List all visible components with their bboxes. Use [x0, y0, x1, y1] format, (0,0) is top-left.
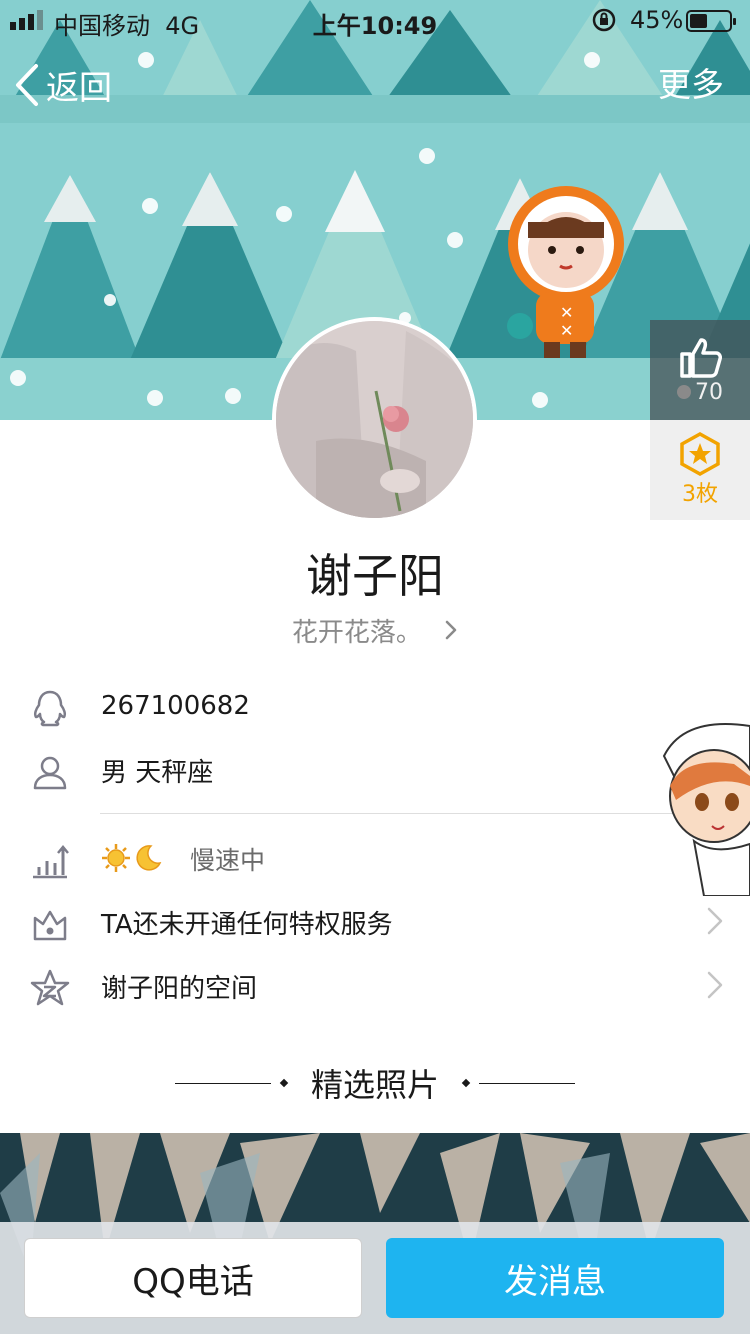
like-dot: [677, 385, 691, 399]
divider: [100, 813, 750, 814]
qq-number-row[interactable]: 267100682: [0, 676, 750, 736]
qq-number: 267100682: [101, 691, 250, 721]
chevron-right-icon: [707, 907, 723, 935]
level-row[interactable]: 慢速中: [0, 829, 750, 889]
svg-text:✕: ✕: [560, 303, 573, 322]
cartoon-pendant[interactable]: [654, 716, 750, 896]
signature-text: 花开花落。: [291, 618, 422, 648]
title-diamond-left: [279, 1078, 289, 1088]
medal-button[interactable]: 3枚: [650, 420, 750, 520]
thumbs-up-icon: [680, 337, 722, 378]
person-icon: [33, 756, 67, 790]
back-label: 返回: [46, 68, 112, 107]
chevron-right-icon: [445, 620, 457, 640]
like-count-row: 70: [677, 380, 723, 405]
star-hexagon-icon: [680, 432, 720, 476]
space-row[interactable]: 谢子阳的空间: [0, 956, 750, 1016]
featured-photos-header: 精选照片: [0, 1058, 750, 1108]
bar-chart-up-icon: [33, 845, 69, 879]
avatar[interactable]: [272, 317, 477, 522]
like-count: 70: [695, 379, 723, 405]
status-bar: 中国移动 4G 上午10:49 45%: [0, 0, 750, 40]
send-message-button[interactable]: 发消息: [386, 1238, 724, 1318]
avatar-image: [276, 321, 473, 518]
orientation-lock-icon: [592, 8, 616, 32]
battery-icon: [686, 10, 736, 32]
medal-count: 3枚: [682, 482, 718, 507]
bottom-action-bar: QQ电话 发消息: [0, 1222, 750, 1334]
title-line-left: [174, 1082, 271, 1084]
qq-call-button[interactable]: QQ电话: [24, 1238, 362, 1318]
signature-row[interactable]: 花开花落。: [0, 612, 750, 649]
title-line-right: [479, 1082, 575, 1084]
level-status: 慢速中: [190, 846, 266, 875]
penguin-icon: [33, 690, 67, 727]
battery-percent: 45%: [630, 6, 684, 34]
moon-icon: [136, 845, 162, 871]
gender-zodiac: 男 天秤座: [101, 757, 214, 788]
sun-icon: [102, 844, 130, 872]
back-button[interactable]: 返回: [14, 60, 112, 110]
title-diamond-right: [461, 1078, 471, 1088]
star-z-icon: [30, 969, 70, 1006]
level-emblems: [101, 843, 163, 873]
more-button[interactable]: 更多: [658, 60, 724, 110]
crown-icon: [33, 910, 67, 941]
chevron-right-icon: [707, 971, 723, 999]
featured-photos-title: 精选照片: [310, 1066, 439, 1104]
like-button[interactable]: 70: [650, 320, 750, 420]
chevron-left-icon: [16, 64, 38, 106]
privilege-row[interactable]: TA还未开通任何特权服务: [0, 892, 750, 952]
space-text: 谢子阳的空间: [101, 973, 258, 1004]
svg-text:✕: ✕: [560, 321, 573, 340]
nav-bar: 返回 更多: [0, 50, 750, 120]
privilege-text: TA还未开通任何特权服务: [101, 909, 393, 940]
side-panel: 70 3枚: [650, 320, 750, 520]
profile-name: 谢子阳: [306, 549, 444, 603]
gender-zodiac-row: 男 天秤座: [0, 740, 750, 800]
battery-level: [690, 14, 707, 28]
